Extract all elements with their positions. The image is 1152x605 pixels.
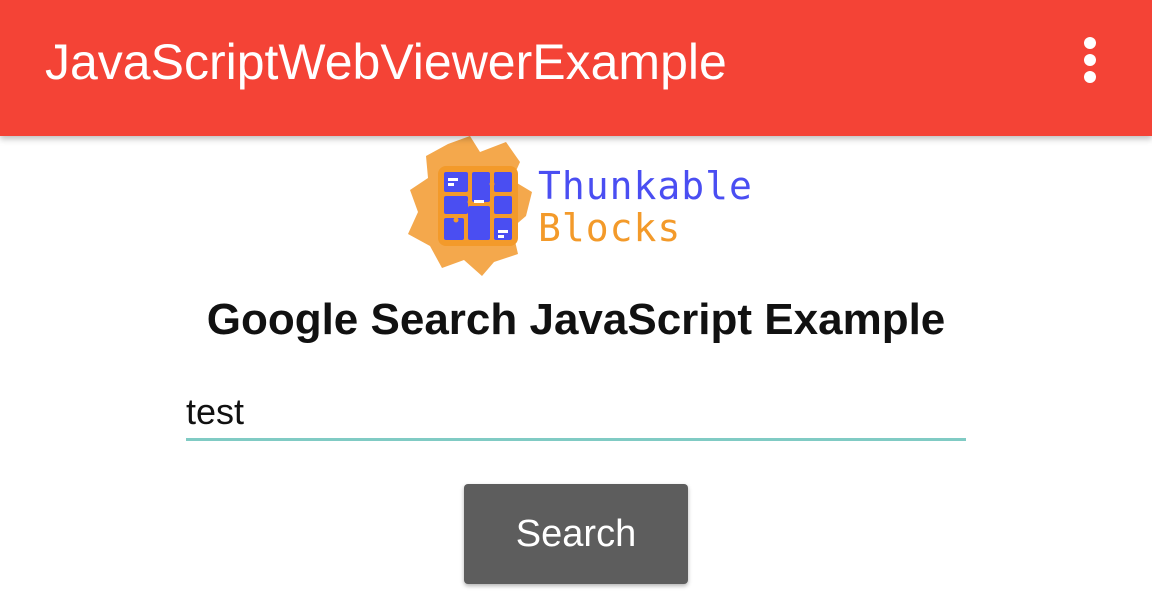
- overflow-menu-button[interactable]: [1068, 30, 1112, 94]
- more-vert-icon: [1084, 37, 1096, 83]
- main-content: Thunkable Blocks Google Search JavaScrip…: [0, 136, 1152, 605]
- app-title: JavaScriptWebViewerExample: [45, 34, 727, 90]
- search-button[interactable]: Search: [464, 484, 688, 584]
- thunkable-blocks-logo-icon: [408, 136, 532, 276]
- thunkable-blocks-logo: Thunkable Blocks: [408, 136, 752, 278]
- search-input[interactable]: [186, 386, 966, 441]
- logo-text-blocks: Blocks: [538, 206, 682, 250]
- logo-text-thunkable: Thunkable: [538, 164, 753, 208]
- app-bar: JavaScriptWebViewerExample: [0, 0, 1152, 136]
- page-heading: Google Search JavaScript Example: [206, 295, 946, 344]
